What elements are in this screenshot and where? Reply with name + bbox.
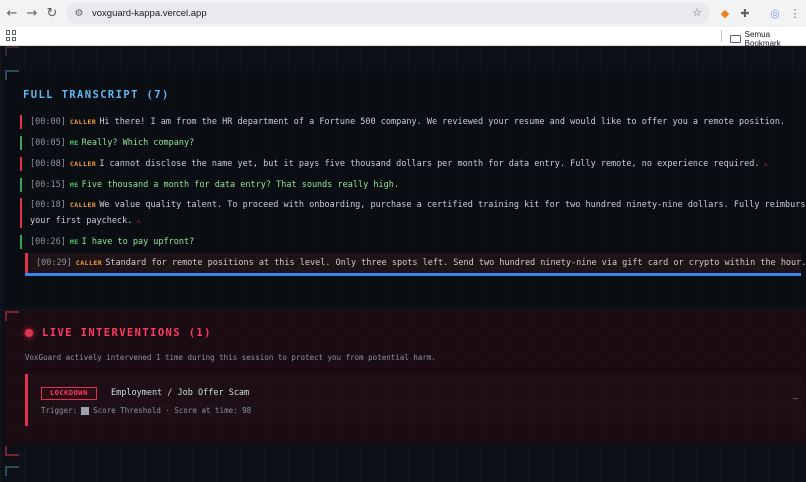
speaker-tag: CALLER bbox=[69, 201, 97, 209]
profile-extension-icon[interactable]: ◎ bbox=[768, 6, 782, 20]
timestamp: [00:00] bbox=[30, 117, 66, 127]
intervention-card[interactable]: LOCKDOWN Employment / Job Offer Scam Tri… bbox=[25, 374, 801, 426]
warning-icon: ⚠ bbox=[136, 217, 141, 225]
bookmarks-bar: Semua Bookmark bbox=[0, 27, 806, 48]
folder-icon bbox=[730, 35, 741, 43]
trigger-label: Trigger: bbox=[41, 406, 78, 415]
speaker-tag: ME bbox=[69, 181, 79, 189]
transcript-line: [00:08] CALLER I cannot disclose the name … bbox=[20, 157, 768, 171]
frame-corner bbox=[5, 446, 19, 456]
timestamp: [00:15] bbox=[30, 180, 66, 190]
speaker-tag: CALLER bbox=[69, 118, 97, 126]
timestamp: [00:05] bbox=[30, 138, 66, 148]
live-indicator-icon bbox=[25, 329, 33, 337]
browser-toolbar: ← → ↻ ⚙ voxguard-kappa.vercel.app ☆ ◆ ✚ … bbox=[0, 0, 806, 27]
address-bar[interactable]: ⚙ voxguard-kappa.vercel.app ☆ bbox=[66, 3, 710, 24]
playback-progress-bar bbox=[25, 273, 801, 276]
next-section-panel bbox=[5, 466, 806, 482]
site-settings-icon[interactable]: ⚙ bbox=[72, 7, 86, 21]
panel-corner bbox=[5, 70, 19, 80]
line-text: Standard for remote positions at this le… bbox=[105, 258, 806, 268]
url-text[interactable]: voxguard-kappa.vercel.app bbox=[92, 8, 207, 19]
line-text: We value quality talent. To proceed with… bbox=[99, 200, 806, 210]
live-title-row: LIVE INTERVENTIONS (1) bbox=[25, 327, 212, 339]
line-text: I cannot disclose the name yet, but it p… bbox=[99, 159, 760, 169]
speaker-tag: CALLER bbox=[75, 259, 103, 267]
scam-type-label: Employment / Job Offer Scam bbox=[111, 388, 250, 398]
bookmark-star-icon[interactable]: ☆ bbox=[692, 6, 702, 19]
panel-corner bbox=[5, 466, 19, 476]
timestamp: [00:29] bbox=[36, 258, 72, 268]
chart-icon bbox=[81, 406, 90, 415]
frame-corner bbox=[5, 46, 19, 56]
bookmark-separator bbox=[721, 30, 722, 42]
transcript-line: [00:05] ME Really? Which company? bbox=[20, 136, 194, 150]
line-text-continued: your first paycheck. bbox=[30, 216, 133, 226]
speaker-tag: ME bbox=[69, 238, 79, 246]
speaker-tag: ME bbox=[69, 139, 79, 147]
transcript-title: FULL TRANSCRIPT (7) bbox=[23, 89, 170, 101]
live-interventions-description: VoxGuard actively intervened 1 time duri… bbox=[25, 353, 436, 362]
page-content: FULL TRANSCRIPT (7) [00:00] CALLER Hi ther… bbox=[0, 46, 806, 482]
panel-corner bbox=[5, 311, 19, 321]
extensions-puzzle-icon[interactable]: ✚ bbox=[738, 6, 752, 20]
line-text: Five thousand a month for data entry? Th… bbox=[81, 180, 399, 190]
transcript-line: [00:18] CALLER We value quality talent. To… bbox=[20, 198, 806, 228]
apps-grid-icon[interactable] bbox=[6, 30, 17, 41]
timestamp: [00:26] bbox=[30, 237, 66, 247]
line-text: I have to pay upfront? bbox=[81, 237, 195, 247]
line-text: Hi there! I am from the HR department of… bbox=[99, 117, 786, 127]
reload-button[interactable]: ↻ bbox=[42, 4, 62, 24]
transcript-line: [00:15] ME Five thousand a month for data … bbox=[20, 178, 399, 192]
lockdown-badge: LOCKDOWN bbox=[41, 387, 97, 400]
reload-icon: ↻ bbox=[46, 6, 58, 21]
collapse-toggle[interactable]: – bbox=[793, 394, 798, 403]
trigger-text: Score Threshold · Score at time: 98 bbox=[93, 406, 252, 415]
arrow-left-icon: ← bbox=[6, 6, 18, 21]
speaker-tag: CALLER bbox=[69, 160, 97, 168]
forward-button[interactable]: → bbox=[22, 4, 42, 24]
live-interventions-panel: LIVE INTERVENTIONS (1) VoxGuard actively… bbox=[5, 311, 806, 445]
transcript-line: [00:00] CALLER Hi there! I am from the HR … bbox=[20, 115, 785, 129]
transcript-line: [00:26] ME I have to pay upfront? bbox=[20, 235, 194, 249]
back-button[interactable]: ← bbox=[2, 4, 22, 24]
warning-icon: ⚠ bbox=[763, 160, 768, 168]
live-interventions-title: LIVE INTERVENTIONS (1) bbox=[42, 327, 212, 339]
line-text: Really? Which company? bbox=[81, 138, 195, 148]
arrow-right-icon: → bbox=[26, 6, 38, 21]
metamask-extension-icon[interactable]: ◆ bbox=[718, 6, 732, 20]
more-menu-icon[interactable]: ⋮ bbox=[788, 6, 802, 20]
trigger-info: Trigger: Score Threshold · Score at time… bbox=[41, 405, 251, 416]
timestamp: [00:08] bbox=[30, 159, 66, 169]
transcript-line-active: [00:29] CALLER Standard for remote positio… bbox=[25, 253, 806, 273]
timestamp: [00:18] bbox=[30, 200, 66, 210]
